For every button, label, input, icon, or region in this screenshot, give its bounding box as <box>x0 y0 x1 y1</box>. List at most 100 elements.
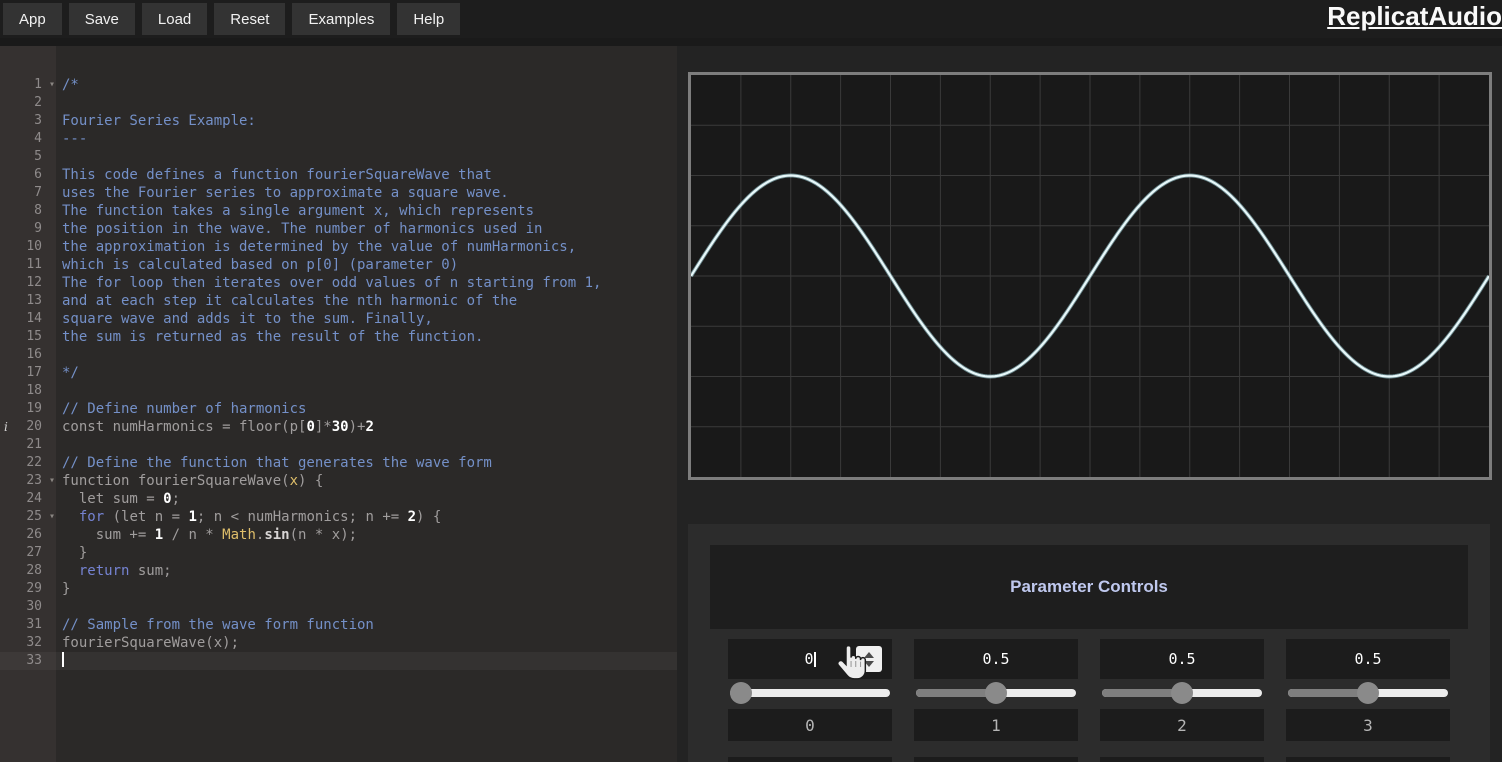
param-value-input-next-row[interactable] <box>1286 757 1450 762</box>
toolbar-button-load[interactable]: Load <box>142 3 207 35</box>
code-token: (n * x); <box>290 527 357 543</box>
code-line-text[interactable]: const numHarmonics = floor(p[0]*30)+2 <box>56 418 374 436</box>
code-token: 0 <box>163 491 171 507</box>
param-value-input-next-row[interactable] <box>728 757 892 762</box>
code-line-text[interactable]: function fourierSquareWave(x) { <box>56 472 323 490</box>
line-number: 29 <box>0 580 56 598</box>
code-token: which is calculated based on p[0] (param… <box>62 257 458 273</box>
code-token: The for loop then iterates over odd valu… <box>62 275 601 291</box>
slider-thumb[interactable] <box>985 682 1007 704</box>
spinner-down-icon[interactable] <box>864 661 874 667</box>
param-value-input-2[interactable]: 0.5 <box>1100 639 1264 679</box>
spinner-up-icon[interactable] <box>864 652 874 658</box>
code-token: This code defines a function fourierSqua… <box>62 167 492 183</box>
toolbar-button-save[interactable]: Save <box>69 3 135 35</box>
code-token: 2 <box>408 509 416 525</box>
code-line-text[interactable]: /* <box>56 76 79 94</box>
code-line-text[interactable]: } <box>56 580 70 598</box>
code-token: 2 <box>365 419 373 435</box>
code-line: 13and at each step it calculates the nth… <box>0 292 677 310</box>
code-line-text[interactable]: square wave and adds it to the sum. Fina… <box>56 310 433 328</box>
code-line-text[interactable]: the position in the wave. The number of … <box>56 220 542 238</box>
param-slider-1[interactable] <box>914 680 1078 706</box>
code-token: ; n < numHarmonics; n += <box>197 509 408 525</box>
param-index-label-0: 0 <box>728 709 892 741</box>
code-line-text[interactable]: which is calculated based on p[0] (param… <box>56 256 458 274</box>
code-token: (let n = <box>104 509 188 525</box>
toolbar-button-help[interactable]: Help <box>397 3 460 35</box>
param-column-1: 0.51 <box>914 639 1078 741</box>
code-line-text[interactable]: sum += 1 / n * Math.sin(n * x); <box>56 526 357 544</box>
line-number: 7 <box>0 184 56 202</box>
code-line-text[interactable]: return sum; <box>56 562 172 580</box>
code-line-text[interactable]: --- <box>56 130 87 148</box>
code-line-text[interactable]: */ <box>56 364 79 382</box>
code-token: sin <box>264 527 289 543</box>
code-line-text[interactable]: the sum is returned as the result of the… <box>56 328 483 346</box>
param-slider-2[interactable] <box>1100 680 1264 706</box>
slider-thumb[interactable] <box>1357 682 1379 704</box>
code-token: ; <box>172 491 180 507</box>
code-line-text[interactable] <box>56 382 62 400</box>
code-line-text[interactable]: the approximation is determined by the v… <box>56 238 576 256</box>
code-line-text[interactable]: for (let n = 1; n < numHarmonics; n += 2… <box>56 508 441 526</box>
code-line-text[interactable]: and at each step it calculates the nth h… <box>56 292 517 310</box>
code-token: --- <box>62 131 87 147</box>
code-line: 26 sum += 1 / n * Math.sin(n * x); <box>0 526 677 544</box>
code-line-text[interactable]: Fourier Series Example: <box>56 112 256 130</box>
toolbar-button-app[interactable]: App <box>3 3 62 35</box>
code-line-text[interactable] <box>56 94 62 112</box>
code-line-text[interactable] <box>56 148 62 166</box>
line-number: 9 <box>0 220 56 238</box>
code-line-text[interactable] <box>56 346 62 364</box>
code-token: Math <box>222 527 256 543</box>
toolbar-button-reset[interactable]: Reset <box>214 3 285 35</box>
line-number: 15 <box>0 328 56 346</box>
code-line-text[interactable]: // Sample from the wave form function <box>56 616 374 634</box>
code-line-text[interactable]: // Define the function that generates th… <box>56 454 492 472</box>
code-line-text[interactable] <box>56 652 64 670</box>
code-line-text[interactable]: This code defines a function fourierSqua… <box>56 166 492 184</box>
line-number: 4 <box>0 130 56 148</box>
param-value-input-0[interactable]: 0 <box>728 639 892 679</box>
code-line-text[interactable]: fourierSquareWave(x); <box>56 634 239 652</box>
number-spinner[interactable] <box>856 646 882 672</box>
param-value-input-next-row[interactable] <box>1100 757 1264 762</box>
code-token: x <box>290 473 298 489</box>
param-value-input-1[interactable]: 0.5 <box>914 639 1078 679</box>
line-number: 5 <box>0 148 56 166</box>
code-line: 16 <box>0 346 677 364</box>
fold-chevron-icon[interactable]: ▾ <box>49 508 55 526</box>
toolbar-button-examples[interactable]: Examples <box>292 3 390 35</box>
code-line: 5 <box>0 148 677 166</box>
code-line-text[interactable] <box>56 598 62 616</box>
code-line-text[interactable]: let sum = 0; <box>56 490 180 508</box>
editor-lines: 1▾/*23Fourier Series Example:4---56This … <box>0 76 677 670</box>
code-line-text[interactable]: The for loop then iterates over odd valu… <box>56 274 601 292</box>
fold-chevron-icon[interactable]: ▾ <box>49 472 55 490</box>
param-slider-0[interactable] <box>728 680 892 706</box>
app-logo[interactable]: ReplicatAudio <box>1327 1 1502 32</box>
slider-thumb[interactable] <box>730 682 752 704</box>
line-number: 11 <box>0 256 56 274</box>
fold-chevron-icon[interactable]: ▾ <box>49 76 55 94</box>
line-number: 28 <box>0 562 56 580</box>
param-slider-3[interactable] <box>1286 680 1450 706</box>
code-line: 33 <box>0 652 677 670</box>
panel-title: Parameter Controls <box>1010 577 1168 597</box>
slider-track[interactable] <box>730 689 890 697</box>
param-value-input-next-row[interactable] <box>914 757 1078 762</box>
code-token <box>62 509 79 525</box>
code-line-text[interactable]: // Define number of harmonics <box>56 400 306 418</box>
param-value-input-3[interactable]: 0.5 <box>1286 639 1450 679</box>
code-line: 32fourierSquareWave(x); <box>0 634 677 652</box>
code-editor[interactable]: 1▾/*23Fourier Series Example:4---56This … <box>0 46 677 762</box>
code-line-text[interactable]: uses the Fourier series to approximate a… <box>56 184 509 202</box>
slider-thumb[interactable] <box>1171 682 1193 704</box>
code-token: return <box>79 563 130 579</box>
line-number: 14 <box>0 310 56 328</box>
code-line-text[interactable]: The function takes a single argument x, … <box>56 202 534 220</box>
code-line-text[interactable]: } <box>56 544 87 562</box>
code-line: 27 } <box>0 544 677 562</box>
code-line-text[interactable] <box>56 436 62 454</box>
